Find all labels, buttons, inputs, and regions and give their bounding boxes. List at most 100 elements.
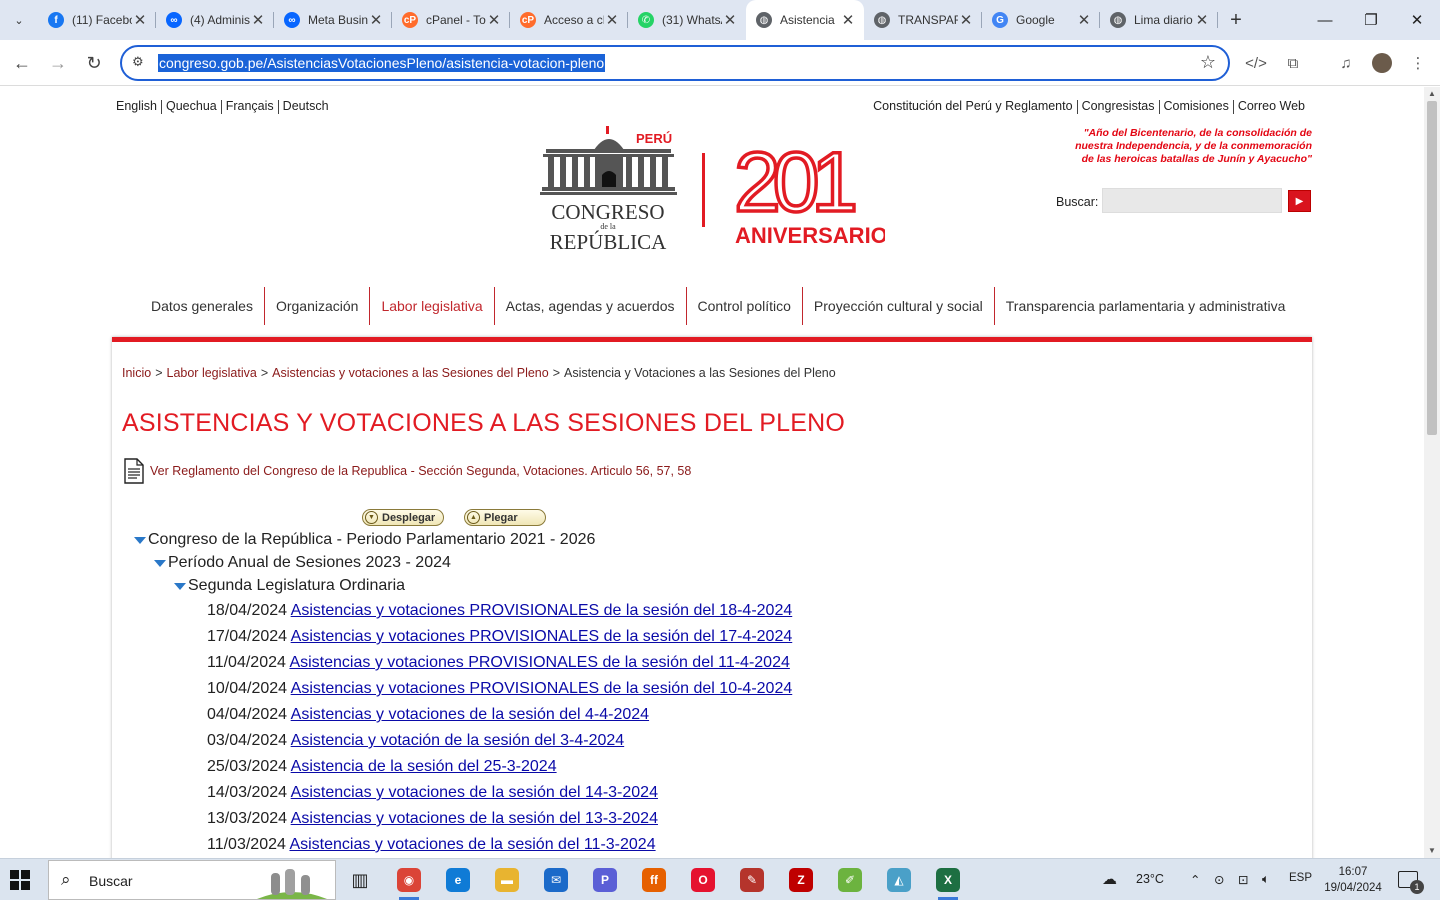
taskbar-chrome-button[interactable]: ◉	[389, 863, 429, 900]
devtools-extension-icon[interactable]: </>	[1245, 52, 1267, 74]
reload-button[interactable]: ↻	[81, 50, 107, 76]
tab-4[interactable]: cP Acceso a cPanel✕	[510, 0, 628, 40]
site-settings-icon[interactable]: ⚙	[132, 54, 144, 70]
session-link[interactable]: Asistencias y votaciones PROVISIONALES d…	[291, 680, 793, 697]
network-icon[interactable]: ⊡	[1238, 872, 1248, 887]
taskbar-task-view-button[interactable]: ▥	[340, 863, 380, 897]
tab-1[interactable]: ∞ (4) Administrador✕	[156, 0, 274, 40]
institution-link-0[interactable]: Constitución del Perú y Reglamento	[873, 99, 1072, 113]
windows-start-button[interactable]	[10, 870, 30, 890]
language-link-0[interactable]: English	[116, 99, 157, 113]
close-icon[interactable]: ✕	[604, 11, 620, 29]
breadcrumb-link-1[interactable]: Labor legislativa	[167, 366, 257, 380]
language-link-3[interactable]: Deutsch	[283, 99, 329, 113]
nav-item-1[interactable]: Organización	[265, 287, 371, 325]
restore-button[interactable]: ❐	[1348, 0, 1394, 40]
tree-node-periodo[interactable]: Congreso de la República - Periodo Parla…	[134, 531, 595, 549]
close-icon[interactable]: ✕	[132, 11, 148, 29]
tab-search-button[interactable]: ⌄	[6, 8, 32, 32]
system-clock[interactable]: 16:07 19/04/2024	[1322, 864, 1384, 896]
taskbar-firefox-button[interactable]: ff	[634, 863, 674, 897]
input-language[interactable]: ESP	[1289, 872, 1312, 884]
tab-7[interactable]: ◍ TRANSPARENCIA✕	[864, 0, 982, 40]
notifications-icon[interactable]: 1	[1398, 871, 1424, 894]
menu-kebab-icon[interactable]: ⋮	[1407, 52, 1429, 74]
weather-icon[interactable]: ☁	[1102, 870, 1117, 888]
breadcrumb-link-0[interactable]: Inicio	[122, 366, 151, 380]
nav-item-0[interactable]: Datos generales	[140, 287, 265, 325]
page-scrollbar[interactable]: ▲ ▼	[1424, 87, 1440, 858]
close-icon[interactable]: ✕	[958, 11, 974, 29]
nav-item-2[interactable]: Labor legislativa	[370, 287, 495, 325]
tab-3[interactable]: cP cPanel - Tools✕	[392, 0, 510, 40]
tab-9[interactable]: ◍ Lima diario ✕	[1100, 0, 1218, 40]
session-link[interactable]: Asistencias y votaciones PROVISIONALES d…	[291, 602, 793, 619]
tab-8[interactable]: G Google ✕	[982, 0, 1100, 40]
taskbar-photo-viewer-button[interactable]: ◭	[879, 863, 919, 897]
search-submit-button[interactable]: ▶	[1288, 190, 1311, 212]
tab-5[interactable]: ✆ (31) WhatsApp✕	[628, 0, 746, 40]
tab-0[interactable]: f (11) Facebook✕	[38, 0, 156, 40]
collapse-all-button[interactable]: ▲ Plegar	[464, 509, 546, 526]
close-window-button[interactable]: ✕	[1394, 0, 1440, 40]
expand-all-button[interactable]: ▼ Desplegar	[362, 509, 444, 526]
extensions-puzzle-icon[interactable]: ⧉	[1282, 52, 1304, 74]
taskbar-pdf-editor-button[interactable]: P	[585, 863, 625, 897]
close-icon[interactable]: ✕	[250, 11, 266, 29]
site-search-input[interactable]	[1102, 188, 1282, 213]
institution-link-2[interactable]: Comisiones	[1164, 99, 1229, 113]
taskbar-notepad-plus-button[interactable]: ✐	[830, 863, 870, 897]
session-link[interactable]: Asistencia de la sesión del 25-3-2024	[291, 758, 557, 775]
chevron-up-icon[interactable]: ⌃	[1190, 872, 1200, 887]
scroll-up-icon[interactable]: ▲	[1424, 87, 1440, 101]
caret-down-icon[interactable]	[154, 559, 166, 567]
session-link[interactable]: Asistencias y votaciones de la sesión de…	[289, 836, 655, 853]
meet-camera-icon[interactable]: ⊙	[1214, 872, 1224, 887]
tree-node-anual[interactable]: Período Anual de Sesiones 2023 - 2024	[154, 554, 451, 572]
nav-item-3[interactable]: Actas, agendas y acuerdos	[495, 287, 687, 325]
session-link[interactable]: Asistencias y votaciones de la sesión de…	[291, 810, 658, 827]
tree-node-legislatura[interactable]: Segunda Legislatura Ordinaria	[174, 577, 405, 595]
temperature[interactable]: 23°C	[1136, 872, 1164, 886]
taskbar-search-box[interactable]: ⌕ Buscar	[48, 860, 336, 900]
caret-down-icon[interactable]	[134, 536, 146, 544]
media-control-icon[interactable]: ♫	[1335, 52, 1357, 74]
language-link-2[interactable]: Français	[226, 99, 274, 113]
taskbar-filezilla-button[interactable]: Z	[781, 863, 821, 897]
nav-item-4[interactable]: Control político	[687, 287, 803, 325]
session-link[interactable]: Asistencia y votación de la sesión del 3…	[291, 732, 625, 749]
close-icon[interactable]: ✕	[486, 11, 502, 29]
back-button[interactable]: ←	[9, 50, 35, 76]
new-tab-button[interactable]: +	[1224, 8, 1248, 32]
close-icon[interactable]: ✕	[1194, 11, 1210, 29]
breadcrumb-link-2[interactable]: Asistencias y votaciones a las Sesiones …	[272, 366, 549, 380]
taskbar-mail-button[interactable]: ✉	[536, 863, 576, 897]
close-icon[interactable]: ✕	[368, 11, 384, 29]
forward-button[interactable]: →	[45, 50, 71, 76]
close-icon[interactable]: ✕	[1076, 11, 1092, 29]
taskbar-edge-button[interactable]: e	[438, 863, 478, 897]
taskbar-file-explorer-button[interactable]: ▬	[487, 863, 527, 897]
close-icon[interactable]: ✕	[722, 11, 738, 29]
bookmark-star-icon[interactable]: ☆	[1200, 52, 1216, 73]
taskbar-opera-button[interactable]: O	[683, 863, 723, 897]
institution-link-1[interactable]: Congresistas	[1082, 99, 1155, 113]
session-link[interactable]: Asistencias y votaciones de la sesión de…	[291, 784, 658, 801]
close-icon[interactable]: ✕	[840, 11, 856, 29]
language-link-1[interactable]: Quechua	[166, 99, 217, 113]
tab-2[interactable]: ∞ Meta Business✕	[274, 0, 392, 40]
session-link[interactable]: Asistencias y votaciones de la sesión de…	[291, 706, 649, 723]
address-bar[interactable]: ⚙ congreso.gob.pe/AsistenciasVotacionesP…	[120, 45, 1230, 81]
session-link[interactable]: Asistencias y votaciones PROVISIONALES d…	[289, 654, 789, 671]
nav-item-6[interactable]: Transparencia parlamentaria y administra…	[995, 287, 1297, 325]
caret-down-icon[interactable]	[174, 582, 186, 590]
scrollbar-thumb[interactable]	[1427, 101, 1437, 435]
session-link[interactable]: Asistencias y votaciones PROVISIONALES d…	[291, 628, 793, 645]
nav-item-5[interactable]: Proyección cultural y social	[803, 287, 995, 325]
volume-icon[interactable]: 🔈︎	[1262, 872, 1270, 887]
scroll-down-icon[interactable]: ▼	[1424, 844, 1440, 858]
institution-link-3[interactable]: Correo Web	[1238, 99, 1305, 113]
avatar[interactable]	[1371, 52, 1393, 74]
taskbar-paint-app-button[interactable]: ✎	[732, 863, 772, 897]
url-text[interactable]: congreso.gob.pe/AsistenciasVotacionesPle…	[158, 54, 606, 72]
